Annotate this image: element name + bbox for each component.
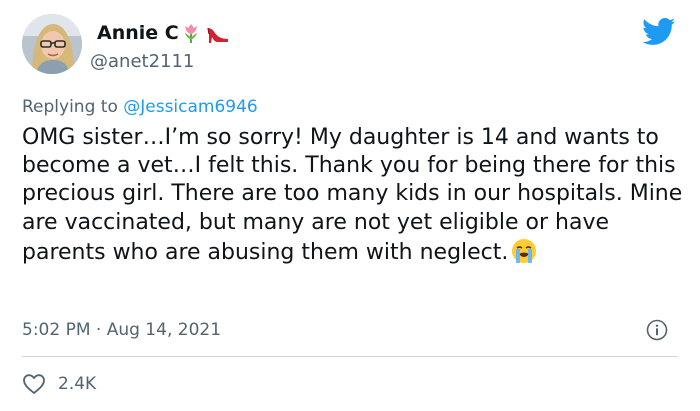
tweet-timestamp[interactable]: 5:02 PM · Aug 14, 2021 — [22, 320, 221, 340]
heart-icon[interactable] — [22, 373, 46, 395]
loudly-crying-face-icon — [510, 237, 538, 265]
divider — [22, 356, 678, 357]
replying-to-label: Replying to — [22, 97, 118, 117]
replying-to: Replying to @Jessicam6946 — [22, 97, 258, 117]
display-name[interactable]: Annie C — [97, 22, 179, 44]
tweet-card: Annie C @anet2111 Replying to @Jessicam6… — [0, 0, 700, 411]
like-action[interactable]: 2.4K — [22, 372, 96, 396]
tweet-body: OMG sister…I’m so sorry! My daughter is … — [22, 124, 687, 267]
name-badges — [180, 22, 228, 46]
twitter-bird-icon[interactable] — [642, 18, 676, 46]
like-count: 2.4K — [58, 374, 97, 394]
tulip-icon — [180, 22, 202, 44]
info-icon[interactable] — [646, 319, 668, 341]
tweet-text: OMG sister…I’m so sorry! My daughter is … — [22, 125, 683, 265]
high-heel-icon — [206, 22, 228, 44]
user-handle[interactable]: @anet2111 — [90, 51, 194, 72]
reply-mention-link[interactable]: @Jessicam6946 — [123, 97, 258, 117]
avatar[interactable] — [22, 14, 82, 74]
